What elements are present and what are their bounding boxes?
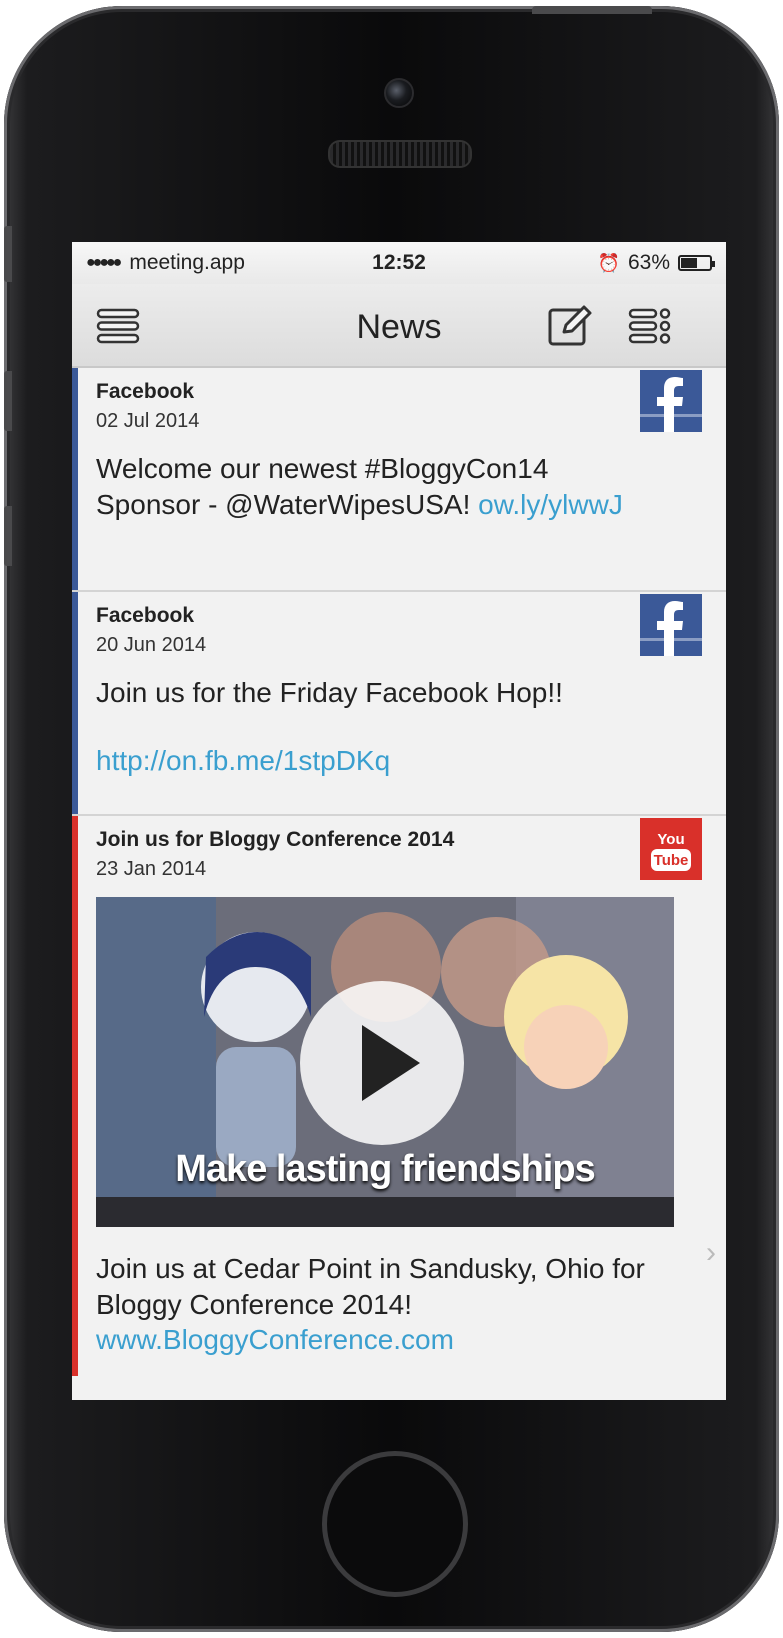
mute-switch bbox=[4, 226, 12, 282]
volume-up-button bbox=[4, 371, 12, 431]
facebook-icon bbox=[640, 370, 702, 432]
svg-text:Tube: Tube bbox=[654, 852, 689, 869]
post-source: Join us for Bloggy Conference 2014 bbox=[96, 828, 455, 851]
accent-bar bbox=[72, 592, 78, 814]
compose-icon[interactable] bbox=[546, 302, 594, 350]
list-item[interactable]: Facebook 20 Jun 2014 Join us for the Fri… bbox=[72, 592, 726, 816]
list-item[interactable]: Facebook 02 Jul 2014 Welcome our newest … bbox=[72, 368, 726, 592]
post-source: Facebook bbox=[96, 380, 195, 403]
video-thumbnail[interactable]: Make lasting friendships bbox=[96, 897, 674, 1227]
volume-down-button bbox=[4, 506, 12, 566]
battery-percent: 63% bbox=[627, 251, 670, 274]
alarm-icon: ⏰ bbox=[597, 252, 620, 273]
video-caption: Make lasting friendships bbox=[175, 1148, 595, 1190]
carrier-name: meeting.app bbox=[129, 251, 245, 274]
facebook-icon bbox=[640, 594, 702, 656]
youtube-icon: You Tube bbox=[640, 818, 702, 880]
nav-bar: News bbox=[72, 284, 726, 368]
front-camera bbox=[384, 78, 414, 108]
post-date: 02 Jul 2014 bbox=[96, 410, 200, 432]
accent-bar bbox=[72, 368, 78, 590]
power-button bbox=[532, 6, 652, 14]
battery-icon bbox=[678, 255, 715, 271]
post-text: Welcome our newest #BloggyCon14 Sponsor … bbox=[96, 451, 656, 523]
accent-bar bbox=[72, 816, 78, 1376]
post-text: Join us for the Friday Facebook Hop!! bbox=[96, 677, 563, 708]
play-button[interactable] bbox=[300, 981, 464, 1145]
chevron-right-icon[interactable]: › bbox=[706, 1236, 716, 1270]
post-date: 20 Jun 2014 bbox=[96, 634, 207, 656]
post-link[interactable]: http://on.fb.me/1stpDKq bbox=[96, 745, 390, 776]
post-link[interactable]: ow.ly/ylwwJ bbox=[478, 489, 623, 520]
post-date: 23 Jan 2014 bbox=[96, 858, 207, 880]
news-feed[interactable]: Facebook 02 Jul 2014 Welcome our newest … bbox=[72, 368, 726, 1376]
app-screen: ●●●●● meeting.app 12:52 ⏰ 63% News Faceb… bbox=[72, 242, 726, 1400]
earpiece-speaker bbox=[328, 140, 472, 168]
post-text: Join us at Cedar Point in Sandusky, Ohio… bbox=[96, 1253, 645, 1320]
post-source: Facebook bbox=[96, 604, 195, 627]
status-bar: ●●●●● meeting.app 12:52 ⏰ 63% bbox=[72, 242, 726, 284]
list-options-icon[interactable] bbox=[626, 302, 674, 350]
list-item[interactable]: Join us for Bloggy Conference 2014 23 Ja… bbox=[72, 816, 726, 1376]
home-button[interactable] bbox=[322, 1451, 468, 1597]
post-link[interactable]: www.BloggyConference.com bbox=[96, 1324, 454, 1355]
signal-dots-icon: ●●●●● bbox=[86, 254, 122, 271]
svg-text:You: You bbox=[657, 831, 684, 848]
